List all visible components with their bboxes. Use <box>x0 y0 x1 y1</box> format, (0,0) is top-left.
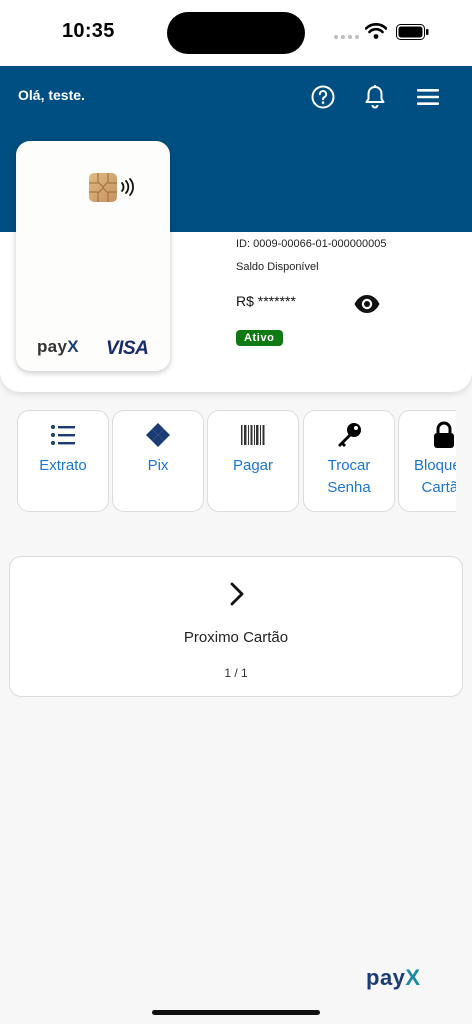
dynamic-island <box>167 12 305 54</box>
home-indicator <box>152 1010 320 1015</box>
visa-logo: VISA <box>106 338 149 359</box>
lock-icon <box>432 421 456 449</box>
pix-button[interactable]: Pix <box>112 410 204 512</box>
action-label: Pagar <box>232 457 274 474</box>
battery-icon <box>396 24 429 40</box>
chevron-right-icon[interactable] <box>227 581 247 607</box>
wifi-icon <box>365 23 387 39</box>
pagar-button[interactable]: Pagar <box>207 410 299 512</box>
status-bar: 10:35 <box>0 0 472 66</box>
next-card-panel[interactable]: Proximo Cartão 1 / 1 <box>9 556 463 697</box>
actions-row[interactable]: Extrato Pix Pagar Trocar Senha Bloqu Car… <box>16 410 456 514</box>
status-time: 10:35 <box>62 20 115 42</box>
list-icon <box>50 421 76 449</box>
bloquear-cartao-button[interactable]: Bloquear Cartão <box>398 410 456 512</box>
action-label: Bloquear Cartão <box>413 457 456 496</box>
key-icon <box>335 421 363 449</box>
payment-card[interactable]: payX VISA <box>16 141 170 371</box>
pix-icon <box>145 421 171 449</box>
contactless-icon <box>121 178 134 196</box>
balance-value: R$ ******* <box>236 293 296 309</box>
chip-icon <box>89 173 117 202</box>
help-icon[interactable] <box>308 82 338 112</box>
eye-icon[interactable] <box>353 292 381 316</box>
footer-logo: payX <box>366 965 421 990</box>
next-card-label: Proximo Cartão <box>183 629 289 646</box>
bell-icon[interactable] <box>360 82 390 112</box>
action-label: Pix <box>147 457 169 474</box>
action-label: Extrato <box>39 457 87 474</box>
account-id: ID: 0009-00066-01-000000005 <box>236 238 387 250</box>
extrato-button[interactable]: Extrato <box>17 410 109 512</box>
action-label: Trocar Senha <box>327 457 371 496</box>
greeting-text: Olá, teste. <box>18 87 85 103</box>
card-brand-logo: payX <box>37 337 79 356</box>
balance-label: Saldo Disponível <box>236 261 319 273</box>
barcode-icon <box>240 421 266 449</box>
card-pagination: 1 / 1 <box>224 666 248 680</box>
signal-icon <box>334 35 359 39</box>
status-badge: Ativo <box>236 330 283 346</box>
menu-icon[interactable] <box>413 82 443 112</box>
trocar-senha-button[interactable]: Trocar Senha <box>303 410 395 512</box>
